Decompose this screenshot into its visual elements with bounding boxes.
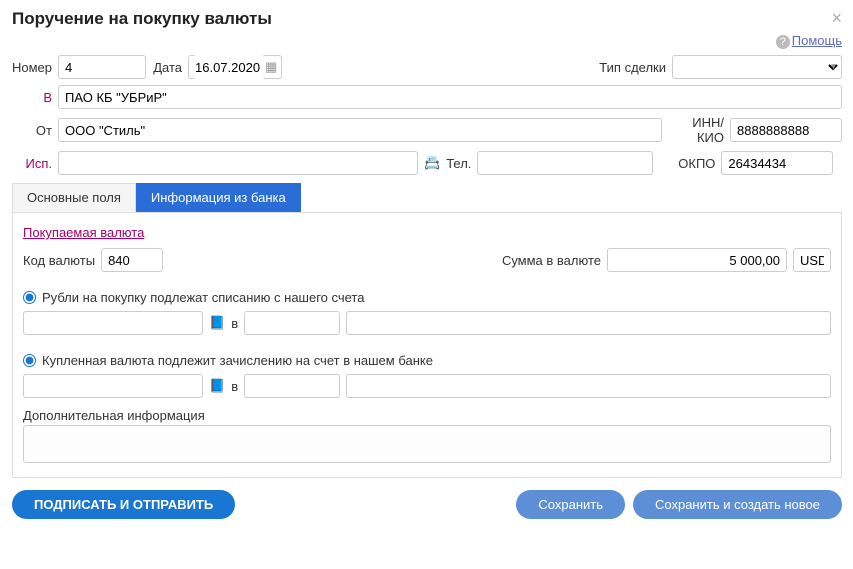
credit-radio-label: Купленная валюта подлежит зачислению на … — [42, 353, 433, 368]
rub-radio-label: Рубли на покупку подлежат списанию с наш… — [42, 290, 364, 305]
credit-lookup-icon[interactable]: 📘 — [209, 378, 225, 394]
rub-v-label: в — [231, 316, 238, 331]
rub-bank-code-input[interactable] — [244, 311, 340, 335]
credit-v-label: в — [231, 379, 238, 394]
rub-bank-name-input[interactable] — [346, 311, 831, 335]
tel-input[interactable] — [477, 151, 653, 175]
rub-radio[interactable] — [23, 291, 36, 304]
from-label: От — [12, 123, 52, 138]
dialog-title: Поручение на покупку валюты — [12, 9, 272, 29]
close-icon[interactable]: × — [831, 8, 842, 29]
calendar-icon[interactable]: ▦ — [265, 59, 277, 75]
isp-input[interactable] — [58, 151, 418, 175]
unit-display — [793, 248, 831, 272]
tel-label: Тел. — [446, 156, 471, 171]
help-icon: ? — [776, 35, 790, 49]
tab-bank-info[interactable]: Информация из банка — [136, 183, 301, 212]
okpo-input[interactable] — [721, 151, 833, 175]
deal-type-select[interactable] — [672, 55, 842, 79]
date-label: Дата — [152, 60, 182, 75]
bank-input[interactable] — [58, 85, 842, 109]
credit-bank-name-input[interactable] — [346, 374, 831, 398]
number-input[interactable] — [58, 55, 146, 79]
amount-label: Сумма в валюте — [502, 253, 601, 268]
contact-icon[interactable]: 📇 — [424, 155, 440, 171]
tab-main[interactable]: Основные поля — [12, 183, 136, 212]
okpo-label: ОКПО — [659, 156, 715, 171]
rub-radio-row[interactable]: Рубли на покупку подлежат списанию с наш… — [23, 290, 831, 305]
amount-input[interactable] — [607, 248, 787, 272]
credit-radio-row[interactable]: Купленная валюта подлежит зачислению на … — [23, 353, 831, 368]
date-input[interactable]: ▦ — [188, 55, 282, 79]
credit-bank-code-input[interactable] — [244, 374, 340, 398]
save-new-button[interactable]: Сохранить и создать новое — [633, 490, 842, 519]
inn-label: ИНН/КИО — [668, 115, 724, 145]
isp-link[interactable]: Исп. — [12, 156, 52, 171]
date-field[interactable] — [193, 55, 265, 79]
inn-input[interactable] — [730, 118, 842, 142]
deal-type-label: Тип сделки — [599, 60, 666, 75]
credit-account-input[interactable] — [23, 374, 203, 398]
rub-account-input[interactable] — [23, 311, 203, 335]
number-label: Номер — [12, 60, 52, 75]
code-input[interactable] — [101, 248, 163, 272]
save-button[interactable]: Сохранить — [516, 490, 625, 519]
additional-textarea[interactable] — [23, 425, 831, 463]
additional-label: Дополнительная информация — [23, 408, 831, 423]
rub-lookup-icon[interactable]: 📘 — [209, 315, 225, 331]
from-input[interactable] — [58, 118, 662, 142]
help-link[interactable]: Помощь — [792, 33, 842, 48]
credit-radio[interactable] — [23, 354, 36, 367]
purchase-section-title: Покупаемая валюта — [23, 225, 831, 240]
bank-link[interactable]: В — [12, 90, 52, 105]
sign-send-button[interactable]: ПОДПИСАТЬ И ОТПРАВИТЬ — [12, 490, 235, 519]
code-label: Код валюты — [23, 253, 95, 268]
